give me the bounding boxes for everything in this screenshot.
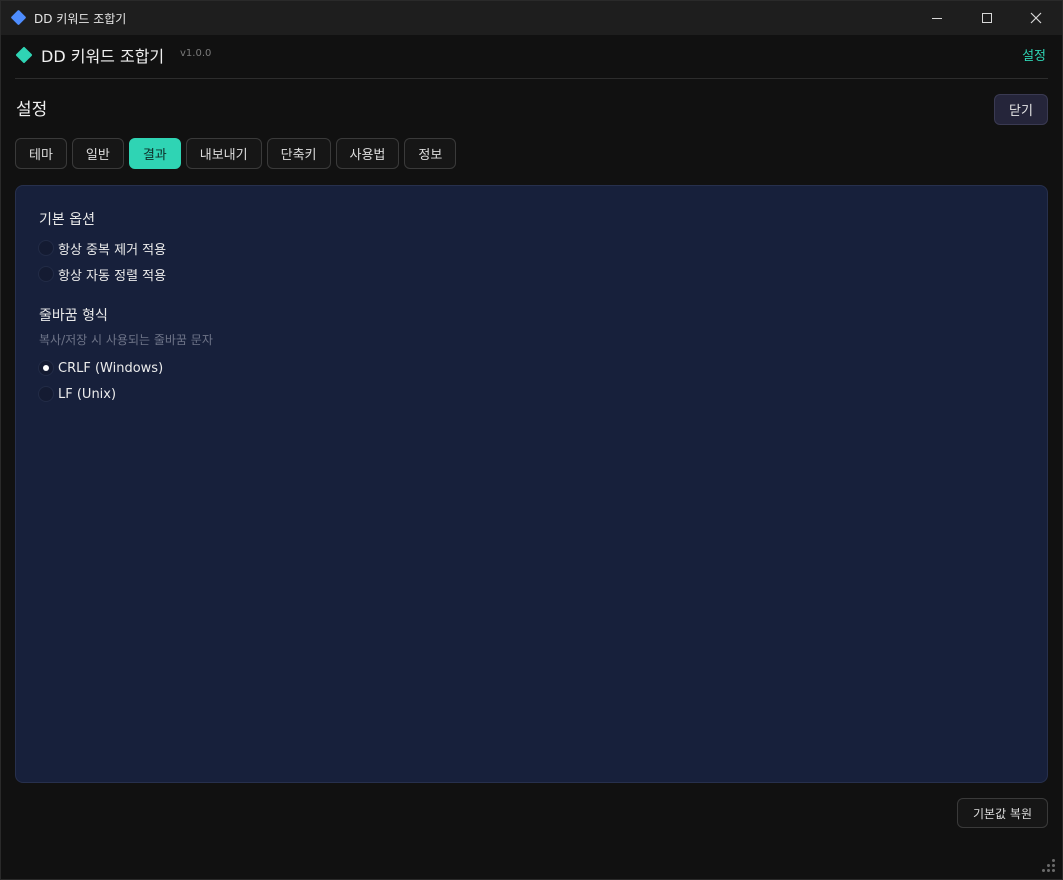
autosort-checkbox[interactable] [38, 266, 54, 282]
option-dedupe-label: 항상 중복 제거 적용 [58, 242, 167, 258]
minimize-icon [932, 17, 942, 19]
tab-info[interactable]: 정보 [404, 138, 457, 169]
maximize-button[interactable] [962, 1, 1012, 35]
title-bar: DD 키워드 조합기 [1, 1, 1062, 35]
option-autosort[interactable]: 항상 자동 정렬 적용 [38, 264, 166, 284]
close-window-button[interactable] [1011, 1, 1061, 35]
line-ending-title: 줄바꿈 형식 [39, 308, 108, 324]
line-ending-description: 복사/저장 시 사용되는 줄바꿈 문자 [39, 333, 213, 347]
tab-shortcuts[interactable]: 단축키 [266, 138, 331, 169]
option-autosort-label: 항상 자동 정렬 적용 [58, 268, 167, 284]
app-window: DD 키워드 조합기 DD 키워드 조합기 v1.0.0 설정 설정 닫기 테마… [0, 0, 1063, 880]
app-diamond-icon [10, 9, 27, 26]
dedupe-checkbox[interactable] [38, 240, 54, 256]
reset-defaults-button[interactable]: 기본값 복원 [957, 798, 1048, 828]
close-settings-button[interactable]: 닫기 [994, 94, 1048, 125]
radio-selected-dot [43, 365, 49, 371]
maximize-icon [982, 13, 992, 23]
minimize-button[interactable] [912, 1, 962, 35]
settings-link[interactable]: 설정 [1022, 45, 1046, 64]
header-divider [15, 78, 1048, 79]
basic-options-title: 기본 옵션 [39, 212, 95, 228]
settings-tabs: 테마 일반 결과 내보내기 단축키 사용법 정보 [15, 138, 457, 169]
window-title: DD 키워드 조합기 [34, 12, 127, 26]
resize-grip-icon[interactable] [1042, 859, 1056, 873]
option-lf[interactable]: LF (Unix) [38, 384, 116, 404]
tab-usage[interactable]: 사용법 [335, 138, 400, 169]
option-crlf-label: CRLF (Windows) [58, 360, 164, 376]
lf-radio[interactable] [38, 386, 54, 402]
crlf-radio[interactable] [38, 360, 54, 376]
option-crlf[interactable]: CRLF (Windows) [38, 358, 163, 378]
option-lf-label: LF (Unix) [58, 386, 117, 402]
results-settings-panel: 기본 옵션 항상 중복 제거 적용 항상 자동 정렬 적용 줄바꿈 형식 복사/… [15, 185, 1048, 783]
page-title: 설정 [16, 100, 48, 120]
tab-general[interactable]: 일반 [71, 138, 124, 169]
option-dedupe[interactable]: 항상 중복 제거 적용 [38, 238, 166, 258]
tab-export[interactable]: 내보내기 [185, 138, 262, 169]
app-logo-icon [15, 46, 33, 64]
app-title: DD 키워드 조합기 [41, 47, 165, 66]
close-icon [1030, 12, 1042, 24]
tab-theme[interactable]: 테마 [15, 138, 67, 169]
app-version: v1.0.0 [180, 48, 212, 59]
tab-results[interactable]: 결과 [128, 138, 181, 169]
